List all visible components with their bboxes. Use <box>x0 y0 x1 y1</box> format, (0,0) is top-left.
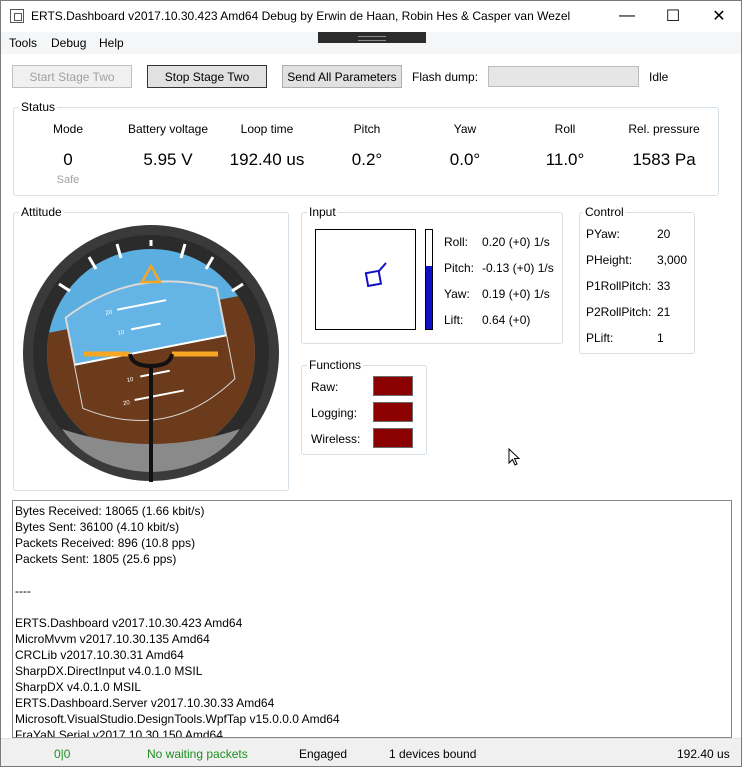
log-line: Packets Sent: 1805 (25.6 pps) <box>15 552 177 566</box>
menu-tools[interactable]: Tools <box>9 36 37 50</box>
input-group-title: Input <box>307 205 338 219</box>
control-p1rollpitch-value: 33 <box>657 279 671 293</box>
status-mode-value: 0 <box>63 150 73 169</box>
stop-stage-two-button[interactable]: Stop Stage Two <box>147 65 267 88</box>
status-pitch-label: Pitch <box>353 122 381 136</box>
status-roll-value: 11.0° <box>545 150 585 169</box>
log-line: ERTS.Dashboard.Server v2017.10.30.33 Amd… <box>15 696 275 710</box>
input-pitch-label: Pitch: <box>444 261 475 275</box>
drag-handle[interactable] <box>318 32 426 43</box>
statusbar-engaged: Engaged <box>299 747 348 761</box>
function-logging-label: Logging: <box>311 406 358 420</box>
input-yaw-value: 0.19 (+0) 1/s <box>482 287 550 301</box>
status-pitch: Pitch 0.2° <box>317 122 417 170</box>
control-pheight-value: 3,000 <box>657 253 688 267</box>
flash-dump-progress <box>488 66 639 87</box>
status-roll: Roll 11.0° <box>515 122 615 170</box>
functions-group-title: Functions <box>307 358 364 372</box>
menu-help[interactable]: Help <box>99 36 124 50</box>
control-plift-label: PLift: <box>586 331 614 345</box>
flash-dump-label: Flash dump: <box>412 70 479 84</box>
status-pressure: Rel. pressure 1583 Pa <box>614 122 714 170</box>
input-lift-label: Lift: <box>444 313 464 327</box>
status-yaw: Yaw 0.0° <box>415 122 515 170</box>
log-line: FraYaN.Serial v2017.10.30.150 Amd64 <box>15 728 223 738</box>
statusbar-loop-time: 192.40 us <box>677 747 730 761</box>
attitude-group-title: Attitude <box>19 205 64 219</box>
menu-debug[interactable]: Debug <box>51 36 86 50</box>
main-content: Start Stage Two Stop Stage Two Send All … <box>1 54 741 738</box>
log-line: CRCLib v2017.10.30.31 Amd64 <box>15 648 184 662</box>
status-yaw-label: Yaw <box>453 122 477 136</box>
status-mode: Mode 0 Safe <box>18 122 118 186</box>
log-line: ERTS.Dashboard v2017.10.30.423 Amd64 <box>15 616 243 630</box>
status-roll-label: Roll <box>554 122 576 136</box>
log-line: Bytes Sent: 36100 (4.10 kbit/s) <box>15 520 180 534</box>
status-battery: Battery voltage 5.95 V <box>118 122 218 170</box>
log-line: ---- <box>15 584 31 598</box>
send-all-parameters-button[interactable]: Send All Parameters <box>282 65 402 88</box>
joystick-pad <box>315 229 416 330</box>
statusbar-counter: 0|0 <box>54 747 71 761</box>
control-group-title: Control <box>583 205 626 219</box>
control-pyaw-value: 20 <box>657 227 671 241</box>
log-line: SharpDX v4.0.1.0 MSIL <box>15 680 142 694</box>
mouse-cursor-icon <box>508 448 521 466</box>
status-mode-sub: Safe <box>56 174 80 186</box>
status-mode-label: Mode <box>52 122 84 136</box>
status-group-title: Status <box>19 100 58 114</box>
status-battery-value: 5.95 V <box>143 150 193 169</box>
status-loop-time: Loop time 192.40 us <box>217 122 317 170</box>
maximize-button[interactable]: ☐ <box>650 1 696 31</box>
close-button[interactable]: ✕ <box>696 1 742 31</box>
title-bar[interactable]: ERTS.Dashboard v2017.10.30.423 Amd64 Deb… <box>1 1 741 32</box>
control-pyaw-label: PYaw: <box>586 227 620 241</box>
minimize-button[interactable]: — <box>604 1 650 31</box>
start-stage-two-button[interactable]: Start Stage Two <box>12 65 132 88</box>
status-loop-time-label: Loop time <box>240 122 294 136</box>
log-line: Bytes Received: 18065 (1.66 kbit/s) <box>15 504 205 518</box>
status-pressure-label: Rel. pressure <box>628 122 700 136</box>
control-plift-value: 1 <box>657 331 664 345</box>
log-line: SharpDX.DirectInput v4.0.1.0 MSIL <box>15 664 203 678</box>
log-line: Packets Received: 896 (10.8 pps) <box>15 536 196 550</box>
control-p2rollpitch-value: 21 <box>657 305 671 319</box>
input-yaw-label: Yaw: <box>444 287 470 301</box>
input-lift-value: 0.64 (+0) <box>482 313 531 327</box>
log-line: Microsoft.VisualStudio.DesignTools.WpfTa… <box>15 712 340 726</box>
statusbar-devices: 1 devices bound <box>389 747 477 761</box>
log-line: MicroMvvm v2017.10.30.135 Amd64 <box>15 632 210 646</box>
flash-dump-state: Idle <box>649 70 669 84</box>
function-raw-label: Raw: <box>311 380 339 394</box>
status-battery-label: Battery voltage <box>127 122 209 136</box>
control-pheight-label: PHeight: <box>586 253 633 267</box>
input-roll-value: 0.20 (+0) 1/s <box>482 235 550 249</box>
function-logging-indicator[interactable] <box>373 402 413 422</box>
lift-bar <box>425 229 433 330</box>
status-pitch-value: 0.2° <box>351 150 383 169</box>
status-loop-time-value: 192.40 us <box>229 150 305 169</box>
attitude-indicator: 20 10 10 20 <box>23 225 279 482</box>
control-p1rollpitch-label: P1RollPitch: <box>586 279 652 293</box>
function-wireless-label: Wireless: <box>311 432 361 446</box>
input-roll-label: Roll: <box>444 235 469 249</box>
window-title: ERTS.Dashboard v2017.10.30.423 Amd64 Deb… <box>31 9 571 23</box>
status-bar: 0|0 No waiting packets Engaged 1 devices… <box>1 738 741 766</box>
statusbar-packets: No waiting packets <box>147 747 248 761</box>
log-output[interactable]: Bytes Received: 18065 (1.66 kbit/s) Byte… <box>12 500 732 738</box>
input-pitch-value: -0.13 (+0) 1/s <box>482 261 554 275</box>
app-icon <box>10 9 24 23</box>
status-yaw-value: 0.0° <box>449 150 481 169</box>
function-wireless-indicator[interactable] <box>373 428 413 448</box>
status-pressure-value: 1583 Pa <box>632 150 696 169</box>
control-p2rollpitch-label: P2RollPitch: <box>586 305 652 319</box>
function-raw-indicator[interactable] <box>373 376 413 396</box>
lift-bar-fill <box>426 265 432 329</box>
